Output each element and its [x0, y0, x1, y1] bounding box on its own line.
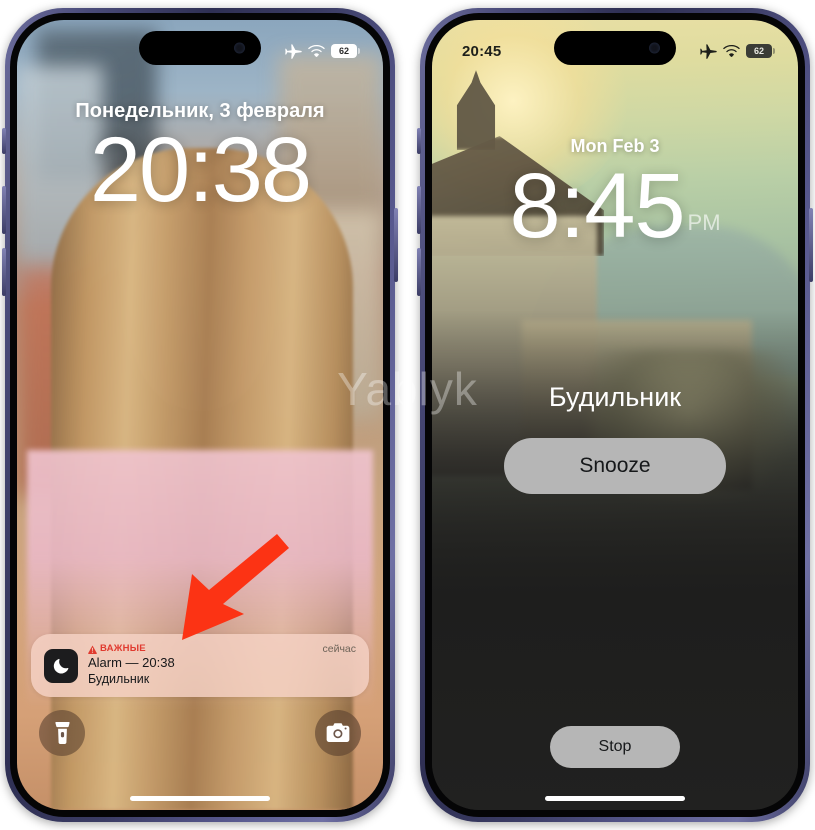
volume-down-button-right[interactable] [417, 248, 421, 296]
clock-app-icon [44, 648, 78, 683]
notification-category-label: ВАЖНЫЕ [100, 642, 146, 654]
volume-up-button-left[interactable] [2, 186, 6, 234]
phone-left: 62 Понедельник, 3 февраля 20:38 ВАЖНЫЕ A… [2, 8, 398, 822]
power-button-right[interactable] [809, 208, 813, 282]
flashlight-icon [54, 722, 70, 744]
flashlight-button[interactable] [39, 710, 85, 756]
notification-title: Alarm — 20:38 [88, 655, 175, 671]
camera-icon [326, 723, 350, 743]
screenshot-canvas: 62 Понедельник, 3 февраля 20:38 ВАЖНЫЕ A… [0, 0, 815, 830]
notification-timestamp: сейчас [322, 643, 356, 655]
alarm-notification-card[interactable]: ВАЖНЫЕ Alarm — 20:38 Будильник сейчас [31, 634, 369, 697]
home-indicator-left[interactable] [130, 796, 270, 801]
phone-right: 20:45 62 Mon Feb 3 8:45 PM Будильник Sno… [417, 8, 813, 822]
wallpaper-subject-shirt [27, 450, 373, 810]
notification-subtitle: Будильник [88, 671, 150, 686]
lock-screen-clock-right-wrap: 8:45 PM [432, 160, 798, 252]
phone-left-bezel: 62 Понедельник, 3 февраля 20:38 ВАЖНЫЕ A… [10, 13, 390, 817]
silent-switch-right[interactable] [417, 128, 421, 154]
silent-switch-left[interactable] [2, 128, 6, 154]
phone-left-screen: 62 Понедельник, 3 февраля 20:38 ВАЖНЫЕ A… [17, 20, 383, 810]
home-indicator-right[interactable] [545, 796, 685, 801]
phone-right-screen: 20:45 62 Mon Feb 3 8:45 PM Будильник Sno… [432, 20, 798, 810]
alarm-title: Будильник [548, 382, 682, 412]
crescent-moon-icon [53, 658, 68, 674]
dynamic-island-right [554, 31, 676, 65]
alert-triangle-icon [88, 645, 97, 654]
volume-down-button-left[interactable] [2, 248, 6, 296]
notification-category-row: ВАЖНЫЕ [88, 642, 322, 654]
dynamic-island-left [139, 31, 261, 65]
camera-button[interactable] [315, 710, 361, 756]
power-button-left[interactable] [394, 208, 398, 282]
notification-content: ВАЖНЫЕ Alarm — 20:38 Будильник [88, 642, 322, 687]
lock-screen-clock-left: 20:38 [89, 119, 312, 221]
volume-up-button-right[interactable] [417, 186, 421, 234]
phone-right-bezel: 20:45 62 Mon Feb 3 8:45 PM Будильник Sno… [425, 13, 805, 817]
lock-screen-date-right: Mon Feb 3 [570, 136, 660, 156]
lock-screen-clock-right: 8:45 [509, 155, 685, 257]
snooze-button[interactable]: Snooze [504, 438, 726, 494]
lock-screen-meridiem-right: PM [687, 210, 721, 235]
stop-button[interactable]: Stop [550, 726, 680, 768]
